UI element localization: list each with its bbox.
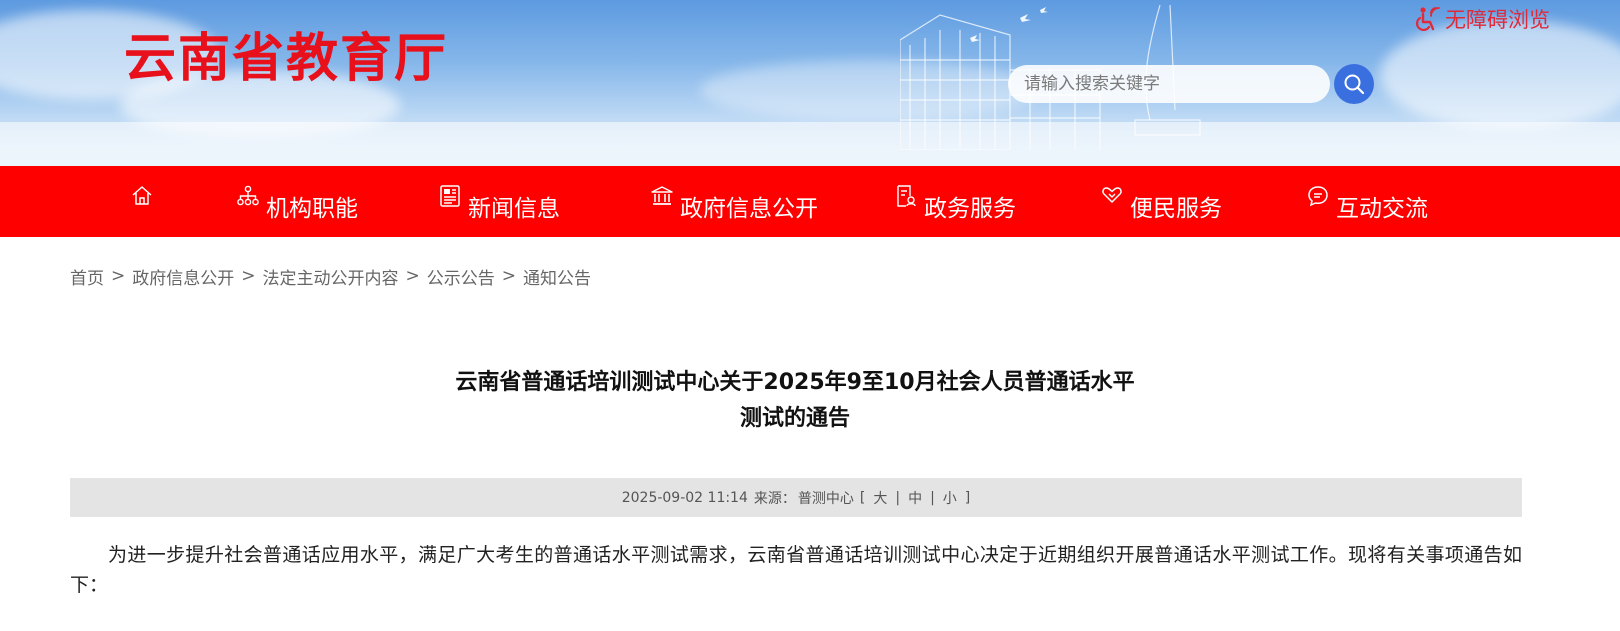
bracket-open: [: [859, 489, 866, 506]
service-document-icon: [897, 184, 916, 207]
breadcrumb-separator: >: [111, 266, 126, 286]
article-title-line: 云南省普通话培训测试中心关于2025年9至10月社会人员普通话水平: [455, 370, 1135, 395]
breadcrumb: 首页 > 政府信息公开 > 法定主动公开内容 > 公示公告 > 通知公告: [70, 262, 591, 290]
nav-label: 新闻信息: [468, 196, 560, 222]
header-banner: 云南省教育厅 无障碍浏览: [0, 0, 1620, 166]
breadcrumb-separator: >: [405, 266, 420, 286]
source-label: 来源：: [753, 490, 796, 507]
search-button[interactable]: [1334, 64, 1374, 104]
bracket-close: ]: [964, 489, 971, 506]
breadcrumb-statutory-content[interactable]: 法定主动公开内容: [263, 264, 399, 289]
breadcrumb-separator: >: [501, 266, 516, 286]
breadcrumb-home[interactable]: 首页: [70, 264, 104, 289]
breadcrumb-notices[interactable]: 通知公告: [523, 264, 591, 289]
article-meta-bar: 2025-09-02 11:14 来源： 普测中心 [ 大 | 中 | 小 ]: [70, 478, 1522, 517]
accessibility-icon: [1415, 7, 1440, 32]
publish-date: 2025-09-02 11:14: [621, 489, 748, 506]
font-size-divider: |: [930, 489, 935, 506]
nav-item-interaction[interactable]: 互动交流: [1306, 166, 1428, 237]
cloud-decoration: [1380, 20, 1620, 130]
search-input[interactable]: [1008, 65, 1330, 103]
heart-hands-icon: [1102, 186, 1122, 203]
article-title-line: 测试的通告: [739, 406, 850, 431]
accessibility-link[interactable]: 无障碍浏览: [1414, 4, 1550, 34]
nav-label: 便民服务: [1130, 196, 1222, 222]
nav-item-news[interactable]: 新闻信息: [438, 166, 560, 237]
nav-item-organization[interactable]: 机构职能: [236, 166, 358, 237]
site-title[interactable]: 云南省教育厅: [124, 28, 448, 90]
banner-haze: [0, 122, 1620, 166]
article-body-paragraph: 为进一步提升社会普通话应用水平，满足广大考生的普通话水平测试需求，云南省普通话培…: [70, 544, 1522, 596]
font-size-small[interactable]: 小: [943, 488, 957, 508]
nav-label: 机构职能: [266, 196, 358, 222]
nav-item-public-service[interactable]: 便民服务: [1100, 166, 1222, 237]
breadcrumb-gov-info[interactable]: 政府信息公开: [132, 264, 234, 289]
main-nav: 机构职能 新闻信息 政府信息公开 政务服务 便民服务 互动交流: [0, 166, 1620, 237]
nav-label: 互动交流: [1336, 196, 1428, 222]
nav-item-gov-info[interactable]: 政府信息公开: [650, 166, 818, 237]
breadcrumb-separator: >: [241, 266, 256, 286]
nav-item-gov-service[interactable]: 政务服务: [894, 166, 1016, 237]
article-title: 云南省普通话培训测试中心关于2025年9至10月社会人员普通话水平 测试的通告: [396, 365, 1194, 437]
home-icon: [132, 185, 152, 205]
org-chart-icon: [237, 185, 259, 205]
nav-label: 政务服务: [924, 196, 1016, 222]
government-building-icon: [651, 185, 673, 205]
breadcrumb-announcements[interactable]: 公示公告: [427, 264, 495, 289]
nav-item-home[interactable]: [130, 166, 154, 237]
font-size-large[interactable]: 大: [873, 488, 887, 508]
source-value: 普测中心: [797, 490, 854, 507]
accessibility-label: 无障碍浏览: [1445, 8, 1550, 32]
search-icon: [1344, 74, 1365, 95]
font-size-divider: |: [895, 489, 901, 506]
font-size-medium[interactable]: 中: [908, 488, 922, 508]
nav-label: 政府信息公开: [680, 196, 818, 222]
chat-bubble-icon: [1308, 185, 1328, 206]
newspaper-icon: [440, 184, 460, 207]
